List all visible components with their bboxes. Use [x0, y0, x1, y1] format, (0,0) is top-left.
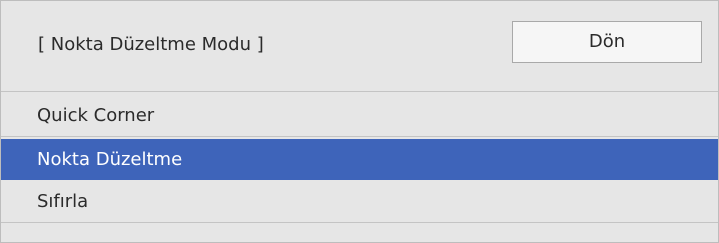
- menu-item-reset[interactable]: Sıfırla: [1, 181, 718, 222]
- panel-footer: [1, 224, 718, 242]
- menu-divider: [1, 136, 718, 137]
- header-divider: [1, 91, 718, 92]
- panel-header: [ Nokta Düzeltme Modu ] Dön: [1, 1, 718, 91]
- menu-divider: [1, 222, 718, 223]
- panel-title: [ Nokta Düzeltme Modu ]: [38, 34, 264, 55]
- menu-item-quick-corner[interactable]: Quick Corner: [1, 95, 718, 136]
- back-button[interactable]: Dön: [512, 21, 702, 63]
- menu-item-point-correction[interactable]: Nokta Düzeltme: [1, 139, 718, 180]
- point-correction-mode-panel: [ Nokta Düzeltme Modu ] Dön Quick Corner…: [0, 0, 719, 243]
